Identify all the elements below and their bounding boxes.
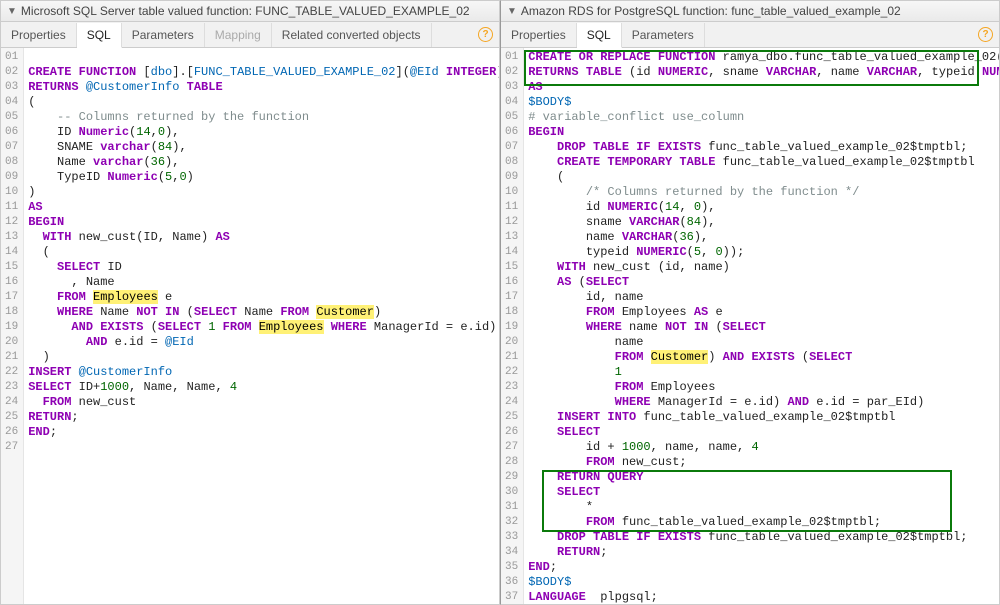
- code-line: ): [28, 185, 495, 200]
- code-line: BEGIN: [528, 125, 995, 140]
- code-line: CREATE TEMPORARY TABLE func_table_valued…: [528, 155, 995, 170]
- left-titlebar: ▼ Microsoft SQL Server table valued func…: [1, 1, 499, 22]
- code-line: WHERE Name NOT IN (SELECT Name FROM Cust…: [28, 305, 495, 320]
- tab-properties[interactable]: Properties: [1, 23, 77, 47]
- right-title: Amazon RDS for PostgreSQL function: func…: [521, 4, 901, 18]
- code-line: id NUMERIC(14, 0),: [528, 200, 995, 215]
- right-titlebar: ▼ Amazon RDS for PostgreSQL function: fu…: [501, 1, 999, 22]
- code-line: 1: [528, 365, 995, 380]
- code-line: $BODY$: [528, 575, 995, 590]
- tab-related-converted-objects[interactable]: Related converted objects: [272, 23, 432, 47]
- code-line: SNAME varchar(84),: [28, 140, 495, 155]
- code-line: END;: [28, 425, 495, 440]
- code-line: typeid NUMERIC(5, 0));: [528, 245, 995, 260]
- code-line: FROM Employees e: [28, 290, 495, 305]
- code-line: CREATE FUNCTION [dbo].[FUNC_TABLE_VALUED…: [28, 65, 495, 80]
- tab-mapping[interactable]: Mapping: [205, 23, 272, 47]
- left-pane: ▼ Microsoft SQL Server table valued func…: [0, 0, 500, 605]
- code-line: CREATE OR REPLACE FUNCTION ramya_dbo.fun…: [528, 50, 995, 65]
- code-line: [28, 440, 495, 455]
- code-line: WHERE name NOT IN (SELECT: [528, 320, 995, 335]
- left-tabs: PropertiesSQLParametersMappingRelated co…: [1, 22, 499, 48]
- code-line: AS (SELECT: [528, 275, 995, 290]
- code-line: FROM new_cust;: [528, 455, 995, 470]
- code-line: AS: [28, 200, 495, 215]
- code-line: SELECT: [528, 425, 995, 440]
- code-line: AND EXISTS (SELECT 1 FROM Employees WHER…: [28, 320, 495, 335]
- left-gutter: 01 02 03 04 05 06 07 08 09 10 11 12 13 1…: [1, 48, 24, 604]
- code-line: FROM Employees: [528, 380, 995, 395]
- code-line: FROM func_table_valued_example_02$tmptbl…: [528, 515, 995, 530]
- code-line: RETURN QUERY: [528, 470, 995, 485]
- left-title: Microsoft SQL Server table valued functi…: [21, 4, 470, 18]
- code-line: LANGUAGE plpgsql;: [528, 590, 995, 604]
- help-icon[interactable]: ?: [478, 27, 493, 42]
- code-line: $BODY$: [528, 95, 995, 110]
- tab-parameters[interactable]: Parameters: [622, 23, 705, 47]
- code-line: SELECT ID+1000, Name, Name, 4: [28, 380, 495, 395]
- code-line: sname VARCHAR(84),: [528, 215, 995, 230]
- help-icon[interactable]: ?: [978, 27, 993, 42]
- code-line: SELECT: [528, 485, 995, 500]
- code-line: id, name: [528, 290, 995, 305]
- code-line: (: [528, 170, 995, 185]
- code-line: ): [28, 350, 495, 365]
- code-line: TypeID Numeric(5,0): [28, 170, 495, 185]
- code-line: (: [28, 95, 495, 110]
- chevron-down-icon[interactable]: ▼: [7, 6, 17, 17]
- code-line: WHERE ManagerId = e.id) AND e.id = par_E…: [528, 395, 995, 410]
- right-pane: ▼ Amazon RDS for PostgreSQL function: fu…: [500, 0, 1000, 605]
- code-line: SELECT ID: [28, 260, 495, 275]
- code-line: ID Numeric(14,0),: [28, 125, 495, 140]
- code-line: DROP TABLE IF EXISTS func_table_valued_e…: [528, 530, 995, 545]
- code-line: , Name: [28, 275, 495, 290]
- code-line: name: [528, 335, 995, 350]
- code-line: WITH new_cust (id, name): [528, 260, 995, 275]
- tab-properties[interactable]: Properties: [501, 23, 577, 47]
- code-line: /* Columns returned by the function */: [528, 185, 995, 200]
- right-gutter: 01 02 03 04 05 06 07 08 09 10 11 12 13 1…: [501, 48, 524, 604]
- code-line: RETURN;: [528, 545, 995, 560]
- left-code[interactable]: CREATE FUNCTION [dbo].[FUNC_TABLE_VALUED…: [24, 48, 499, 604]
- tab-parameters[interactable]: Parameters: [122, 23, 205, 47]
- code-line: AND e.id = @EId: [28, 335, 495, 350]
- code-line: *: [528, 500, 995, 515]
- code-line: BEGIN: [28, 215, 495, 230]
- right-code[interactable]: CREATE OR REPLACE FUNCTION ramya_dbo.fun…: [524, 48, 999, 604]
- chevron-down-icon[interactable]: ▼: [507, 6, 517, 17]
- code-line: -- Columns returned by the function: [28, 110, 495, 125]
- code-line: FROM new_cust: [28, 395, 495, 410]
- code-line: DROP TABLE IF EXISTS func_table_valued_e…: [528, 140, 995, 155]
- code-line: id + 1000, name, name, 4: [528, 440, 995, 455]
- code-line: FROM Employees AS e: [528, 305, 995, 320]
- code-line: END;: [528, 560, 995, 575]
- tab-sql[interactable]: SQL: [577, 23, 622, 48]
- code-line: Name varchar(36),: [28, 155, 495, 170]
- code-line: INSERT @CustomerInfo: [28, 365, 495, 380]
- code-line: RETURNS @CustomerInfo TABLE: [28, 80, 495, 95]
- code-line: AS: [528, 80, 995, 95]
- code-line: RETURN;: [28, 410, 495, 425]
- code-line: # variable_conflict use_column: [528, 110, 995, 125]
- right-code-area[interactable]: 01 02 03 04 05 06 07 08 09 10 11 12 13 1…: [501, 48, 999, 604]
- right-tabs: PropertiesSQLParameters?: [501, 22, 999, 48]
- tab-sql[interactable]: SQL: [77, 23, 122, 48]
- code-line: FROM Customer) AND EXISTS (SELECT: [528, 350, 995, 365]
- code-line: INSERT INTO func_table_valued_example_02…: [528, 410, 995, 425]
- code-line: WITH new_cust(ID, Name) AS: [28, 230, 495, 245]
- code-line: RETURNS TABLE (id NUMERIC, sname VARCHAR…: [528, 65, 995, 80]
- left-code-area[interactable]: 01 02 03 04 05 06 07 08 09 10 11 12 13 1…: [1, 48, 499, 604]
- code-line: [28, 50, 495, 65]
- code-line: name VARCHAR(36),: [528, 230, 995, 245]
- code-line: (: [28, 245, 495, 260]
